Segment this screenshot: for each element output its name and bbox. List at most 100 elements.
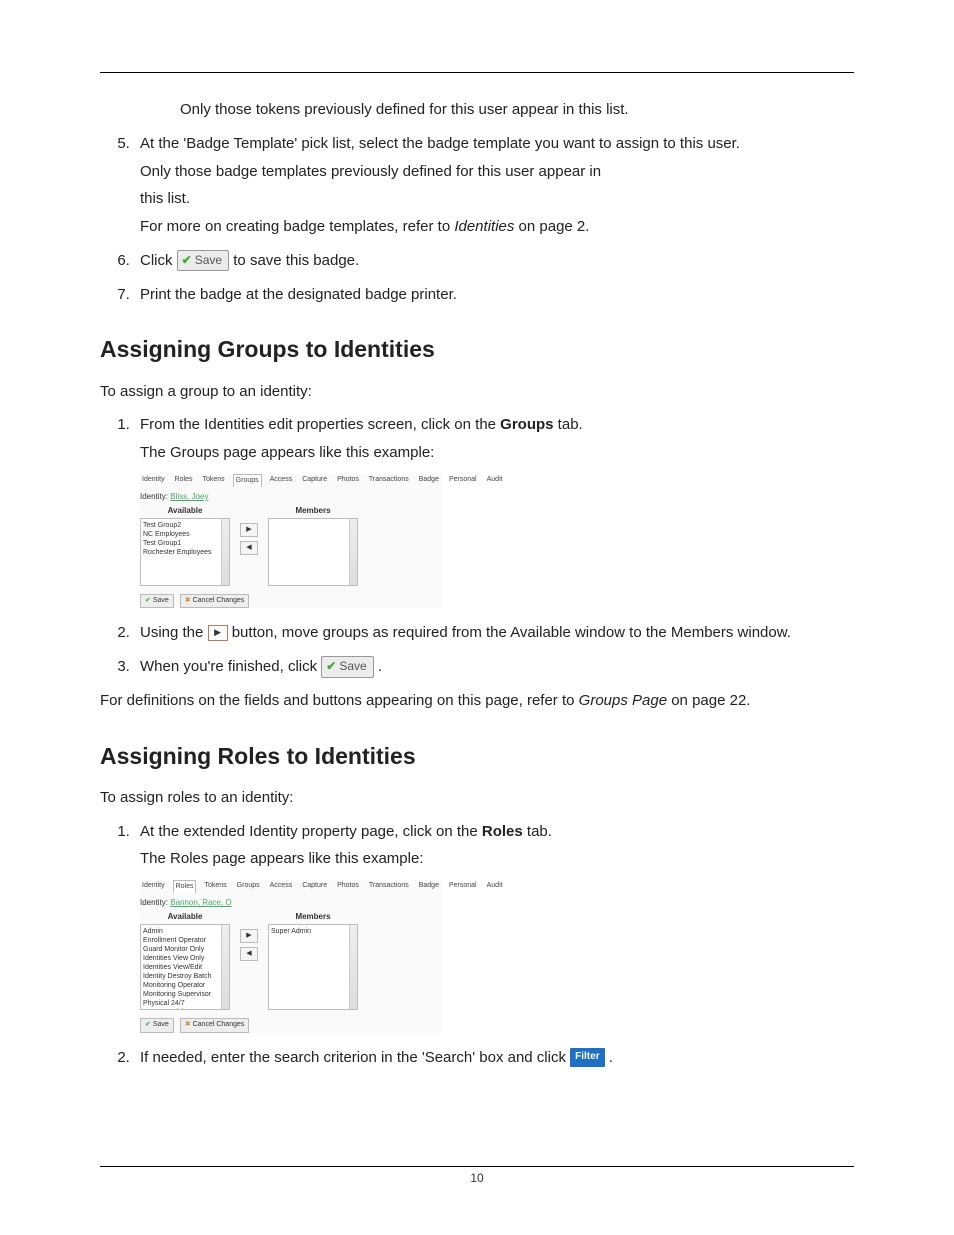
tab-groups[interactable]: Groups <box>233 474 262 487</box>
list-item: At the extended Identity property page, … <box>134 821 854 1033</box>
save-button[interactable]: ✔ Save <box>140 1018 174 1032</box>
move-left-button[interactable]: ◀ <box>240 947 258 961</box>
members-column: Members Super Admin <box>268 911 358 1011</box>
available-column: Available AdminEnrollment OperatorGuard … <box>140 911 230 1011</box>
top-rule <box>100 72 854 73</box>
list-item[interactable]: Super Admin <box>271 927 355 936</box>
tab-capture[interactable]: Capture <box>300 474 329 487</box>
list-item[interactable]: Terry's Badging <box>143 1008 227 1010</box>
save-button[interactable]: ✔Save <box>177 250 229 271</box>
move-right-button[interactable]: ▶ <box>240 929 258 943</box>
text-fragment: If needed, enter the search criterion in… <box>140 1049 570 1066</box>
button-label: Cancel Changes <box>193 1021 245 1028</box>
transfer-arrows: ▶ ◀ <box>240 929 258 961</box>
text-fragment: When you're finished, click <box>140 658 321 675</box>
page-number: 10 <box>0 1170 954 1187</box>
move-left-button[interactable]: ◀ <box>240 541 258 555</box>
members-listbox[interactable]: Super Admin <box>268 924 358 1010</box>
identity-name-link[interactable]: Bliss, Joey <box>170 492 208 501</box>
list-item[interactable]: Monitoring Supervisor <box>143 990 227 999</box>
list-item[interactable]: Test Group2 <box>143 521 227 530</box>
save-button[interactable]: ✔ Save <box>140 594 174 608</box>
text-fragment: on page 2. <box>514 218 589 235</box>
screenshot-footer-buttons: ✔ Save ✖ Cancel Changes <box>140 1018 442 1032</box>
text-fragment: For definitions on the fields and button… <box>100 692 579 709</box>
list-item[interactable]: Admin <box>143 927 227 936</box>
list-item[interactable]: Monitoring Operator <box>143 981 227 990</box>
button-label: Save <box>153 1021 169 1028</box>
tab-identity[interactable]: Identity <box>140 474 167 487</box>
tab-capture[interactable]: Capture <box>300 880 329 893</box>
tab-audit[interactable]: Audit <box>485 880 505 893</box>
tab-access[interactable]: Access <box>268 880 295 893</box>
text-fragment: Click <box>140 252 177 269</box>
tab-badge[interactable]: Badge <box>417 474 441 487</box>
move-right-icon[interactable]: ▶ <box>208 625 228 641</box>
tab-personal[interactable]: Personal <box>447 474 479 487</box>
body-text: For more on creating badge templates, re… <box>140 216 854 238</box>
tab-tokens[interactable]: Tokens <box>200 474 226 487</box>
tab-roles[interactable]: Roles <box>173 880 197 893</box>
check-icon: ✔ <box>145 597 151 604</box>
body-text: Only those badge templates previously de… <box>140 161 854 183</box>
cancel-changes-button[interactable]: ✖ Cancel Changes <box>180 1018 250 1032</box>
button-label: Save <box>195 253 222 267</box>
tab-groups[interactable]: Groups <box>235 880 262 893</box>
tab-badge[interactable]: Badge <box>417 880 441 893</box>
list-item[interactable]: Identity Destroy Batch <box>143 972 227 981</box>
tab-photos[interactable]: Photos <box>335 880 361 893</box>
ordered-list: At the extended Identity property page, … <box>134 821 854 1069</box>
list-item[interactable]: Enrollment Operator <box>143 936 227 945</box>
available-listbox[interactable]: AdminEnrollment OperatorGuard Monitor On… <box>140 924 230 1010</box>
check-icon: ✔ <box>145 1021 151 1028</box>
identity-label: Identity: <box>140 492 168 501</box>
tab-photos[interactable]: Photos <box>335 474 361 487</box>
tab-bar: Identity Roles Tokens Groups Access Capture Ph… <box>140 474 442 487</box>
button-label: Cancel Changes <box>193 597 245 604</box>
tab-transactions[interactable]: Transactions <box>367 880 411 893</box>
tab-transactions[interactable]: Transactions <box>367 474 411 487</box>
tab-audit[interactable]: Audit <box>485 474 505 487</box>
list-item[interactable]: Identities View Only <box>143 954 227 963</box>
save-button[interactable]: ✔Save <box>321 656 373 677</box>
body-text: Only those tokens previously defined for… <box>180 99 854 121</box>
list-item[interactable]: NC Employees <box>143 530 227 539</box>
text-fragment: From the Identities edit properties scre… <box>140 416 500 433</box>
cancel-icon: ✖ <box>185 1021 191 1028</box>
filter-button[interactable]: Filter <box>570 1048 604 1067</box>
body-text: The Roles page appears like this example… <box>140 848 854 870</box>
list-item[interactable]: Physical 24/7 <box>143 999 227 1008</box>
body-text: For definitions on the fields and button… <box>100 690 854 712</box>
list-item: Click ✔Save to save this badge. <box>134 250 854 272</box>
identity-label: Identity: <box>140 898 168 907</box>
dual-list-columns: Available AdminEnrollment OperatorGuard … <box>140 911 442 1011</box>
tab-access[interactable]: Access <box>268 474 295 487</box>
available-listbox[interactable]: Test Group2NC EmployeesTest Group1Roches… <box>140 518 230 586</box>
check-icon: ✔ <box>326 659 336 673</box>
list-item[interactable]: Rochester Employees <box>143 548 227 557</box>
step-text: At the 'Badge Template' pick list, selec… <box>140 135 740 152</box>
section-heading: Assigning Roles to Identities <box>100 740 854 773</box>
button-label: Save <box>339 659 366 673</box>
list-item[interactable]: Guard Monitor Only <box>143 945 227 954</box>
list-item[interactable]: Identities View/Edit <box>143 963 227 972</box>
tab-identity[interactable]: Identity <box>140 880 167 893</box>
move-right-button[interactable]: ▶ <box>240 523 258 537</box>
cancel-changes-button[interactable]: ✖ Cancel Changes <box>180 594 250 608</box>
screenshot-footer-buttons: ✔ Save ✖ Cancel Changes <box>140 594 442 608</box>
tab-roles[interactable]: Roles <box>173 474 195 487</box>
check-icon: ✔ <box>182 253 192 267</box>
text-fragment: At the extended Identity property page, … <box>140 823 482 840</box>
identity-name-link[interactable]: Bannon, Race, O <box>170 898 231 907</box>
list-item[interactable]: Test Group1 <box>143 539 227 548</box>
tab-tokens[interactable]: Tokens <box>202 880 228 893</box>
tab-personal[interactable]: Personal <box>447 880 479 893</box>
available-column: Available Test Group2NC EmployeesTest Gr… <box>140 505 230 587</box>
list-item: When you're finished, click ✔Save . <box>134 656 854 678</box>
text-fragment: tab. <box>554 416 583 433</box>
column-title: Available <box>140 505 230 517</box>
body-text: To assign a group to an identity: <box>100 381 854 403</box>
body-text: The Groups page appears like this exampl… <box>140 442 854 464</box>
groups-page-screenshot: Identity Roles Tokens Groups Access Capture Ph… <box>140 474 442 608</box>
members-listbox[interactable] <box>268 518 358 586</box>
